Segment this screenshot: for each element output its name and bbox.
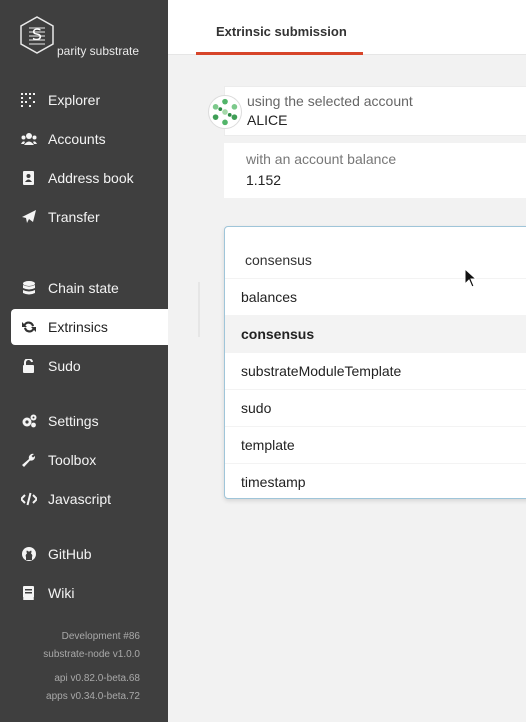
sidebar-item-label: Sudo (48, 358, 81, 374)
module-dropdown[interactable]: consensus balances consensus substrateMo… (224, 226, 526, 499)
sidebar-item-address-book[interactable]: Address book (11, 160, 168, 196)
sidebar-item-label: Chain state (48, 280, 119, 296)
tab-label: Extrinsic submission (216, 24, 347, 39)
paper-plane-icon (20, 210, 38, 224)
sidebar-item-label: GitHub (48, 546, 92, 562)
sidebar-item-explorer[interactable]: Explorer (11, 82, 168, 118)
sync-icon (20, 320, 38, 334)
sidebar-item-accounts[interactable]: Accounts (11, 121, 168, 157)
chain-name: Development #86 (61, 631, 140, 642)
account-balance: with an account balance 1.152 (224, 143, 526, 198)
version-info: api v0.82.0-beta.68 apps v0.34.0-beta.72 (46, 670, 140, 706)
sidebar-item-label: Extrinsics (48, 319, 108, 335)
balance-value: 1.152 (246, 172, 282, 188)
dropdown-option-substrate-module-template[interactable]: substrateModuleTemplate (225, 352, 526, 389)
tab-bar: Extrinsic submission (168, 0, 526, 55)
sidebar-item-chain-state[interactable]: Chain state (11, 270, 168, 306)
balance-label: with an account balance (246, 151, 397, 167)
github-icon (20, 547, 38, 561)
apps-version: apps v0.34.0-beta.72 (46, 691, 140, 702)
users-icon (20, 132, 38, 146)
wrench-icon (20, 453, 38, 467)
sidebar-item-label: Transfer (48, 209, 100, 225)
account-selector[interactable]: using the selected account ALICE (224, 86, 526, 136)
unlock-icon (20, 359, 38, 373)
code-icon (20, 492, 38, 506)
substrate-logo-icon: S (20, 16, 54, 54)
sidebar-item-label: Address book (48, 170, 134, 186)
sidebar-item-label: Explorer (48, 92, 101, 108)
book-icon (20, 586, 38, 600)
parity-substrate-logo[interactable]: S parity substrate (20, 16, 160, 62)
sidebar-item-github[interactable]: GitHub (11, 536, 168, 572)
sidebar: S parity substrate Explorer Accounts Add… (0, 0, 168, 722)
sidebar-item-extrinsics[interactable]: Extrinsics (11, 309, 168, 345)
address-book-icon (20, 171, 38, 185)
sidebar-item-label: Accounts (48, 131, 106, 147)
account-value: ALICE (247, 112, 288, 128)
account-label: using the selected account (247, 93, 413, 109)
mouse-pointer-icon (464, 268, 478, 288)
sidebar-item-wiki[interactable]: Wiki (11, 575, 168, 611)
database-icon (20, 281, 38, 295)
sidebar-item-sudo[interactable]: Sudo (11, 348, 168, 384)
divider (198, 282, 200, 337)
sidebar-item-label: Toolbox (48, 452, 97, 468)
active-tab-indicator (196, 52, 363, 55)
explorer-grid-icon (20, 93, 38, 107)
svg-text:S: S (32, 25, 42, 44)
module-dropdown-menu: balances consensus substrateModuleTempla… (225, 278, 526, 500)
account-identicon[interactable] (208, 95, 242, 129)
dropdown-option-consensus[interactable]: consensus (225, 315, 526, 352)
module-dropdown-value[interactable]: consensus (245, 252, 312, 268)
sidebar-item-javascript[interactable]: Javascript (11, 481, 168, 517)
sidebar-item-transfer[interactable]: Transfer (11, 199, 168, 235)
logo-text: parity substrate (57, 44, 140, 58)
chain-info: Development #86 substrate-node v1.0.0 (43, 628, 140, 664)
cogs-icon (20, 414, 38, 428)
dropdown-option-sudo[interactable]: sudo (225, 389, 526, 426)
dropdown-option-timestamp[interactable]: timestamp (225, 463, 526, 500)
dropdown-option-balances[interactable]: balances (225, 278, 526, 315)
dropdown-option-template[interactable]: template (225, 426, 526, 463)
tab-extrinsic-submission[interactable]: Extrinsic submission (196, 0, 363, 55)
sidebar-item-label: Wiki (48, 585, 75, 601)
sidebar-item-label: Settings (48, 413, 99, 429)
node-version: substrate-node v1.0.0 (43, 649, 140, 660)
api-version: api v0.82.0-beta.68 (54, 673, 140, 684)
sidebar-item-label: Javascript (48, 491, 112, 507)
sidebar-item-settings[interactable]: Settings (11, 403, 168, 439)
sidebar-item-toolbox[interactable]: Toolbox (11, 442, 168, 478)
